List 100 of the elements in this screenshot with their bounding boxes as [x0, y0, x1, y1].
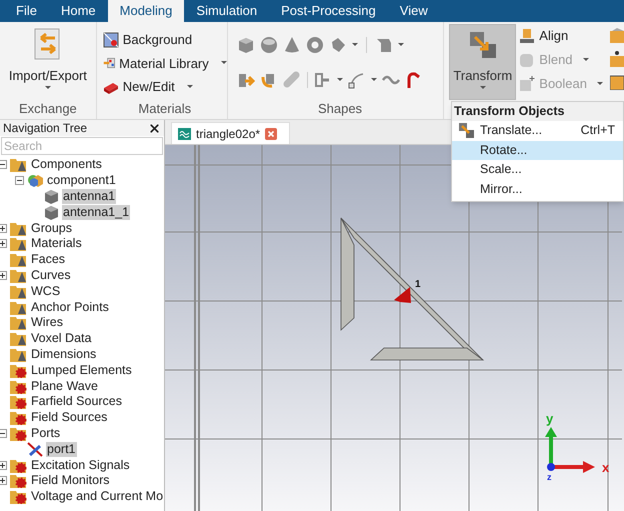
panel-title: Navigation Tree — [3, 120, 88, 137]
folder-icon — [10, 300, 27, 315]
tree-item[interactable]: port1 — [46, 442, 76, 457]
folder-gear-icon — [10, 473, 27, 488]
folder-icon — [10, 252, 27, 268]
menu-tab[interactable]: View — [388, 0, 440, 22]
port-marker[interactable] — [394, 287, 411, 303]
folder-icon — [10, 315, 27, 330]
cube-icon[interactable] — [236, 36, 255, 54]
cube-icon — [44, 188, 59, 204]
tree-item[interactable]: Materials — [30, 236, 83, 252]
folder-icon — [10, 346, 27, 362]
expand-toggle[interactable] — [0, 270, 6, 280]
cone-icon[interactable] — [282, 36, 301, 54]
expand-toggle[interactable] — [0, 460, 6, 470]
tree-item[interactable]: Voltage and Current Mo — [30, 489, 164, 504]
tree-item[interactable]: antenna1_1 — [62, 204, 130, 220]
axes-drawing — [545, 427, 595, 473]
folder-gear-icon — [10, 458, 27, 473]
import-export-button[interactable]: Import/Export — [8, 22, 87, 98]
sphere-icon[interactable] — [260, 36, 278, 54]
ribbon-button[interactable]: Background — [102, 28, 227, 52]
tree-item[interactable]: Ports — [30, 426, 62, 441]
expand-toggle[interactable] — [0, 239, 6, 248]
expand-toggle[interactable] — [0, 224, 6, 233]
search-field[interactable]: Search — [1, 137, 163, 155]
torus-icon[interactable] — [306, 36, 324, 54]
group-label: Shapes — [318, 100, 362, 118]
block-pin-icon[interactable] — [610, 51, 624, 67]
tree-item[interactable]: Field Monitors — [30, 473, 110, 488]
folder-gear-icon — [10, 410, 27, 426]
curve-point-icon[interactable] — [348, 71, 366, 89]
collapse-toggle[interactable] — [0, 160, 6, 170]
caret-icon — [398, 43, 404, 47]
tree-item[interactable]: Farfield Sources — [30, 394, 124, 410]
document-tab[interactable]: triangle02o* — [171, 122, 290, 144]
menu-header: Transform Objects — [452, 102, 623, 121]
menu-tab[interactable]: Modeling — [108, 0, 184, 22]
menu-item[interactable]: Mirror... — [452, 180, 623, 199]
axis-label: y — [546, 411, 554, 426]
component-icon — [27, 173, 43, 188]
tree-item[interactable]: Dimensions — [30, 346, 98, 362]
cube-icon — [44, 204, 59, 220]
tree-item[interactable]: Voxel Data — [30, 331, 92, 346]
menu-item[interactable]: Scale... — [452, 160, 623, 180]
menu-tab[interactable]: File — [4, 0, 49, 22]
wave-icon — [178, 128, 191, 140]
caret-icon — [370, 78, 377, 82]
tree-item[interactable]: Groups — [30, 220, 73, 236]
folder-icon — [10, 236, 27, 252]
menu-item[interactable]: Rotate... — [452, 140, 623, 160]
caret-icon — [352, 43, 358, 47]
folder-icon — [10, 220, 27, 236]
bent-block-icon[interactable] — [374, 36, 393, 54]
folder-icon — [10, 157, 27, 172]
rounded-cube-icon — [519, 52, 536, 68]
ribbon-button[interactable]: Material Library — [102, 52, 227, 75]
port-icon — [27, 442, 43, 457]
align-icon — [519, 28, 536, 44]
ribbon-button[interactable]: Align — [519, 24, 603, 48]
tree-item[interactable]: Curves — [30, 268, 72, 283]
tree-item[interactable]: Plane Wave — [30, 378, 99, 394]
menu-tab[interactable]: Home — [48, 0, 108, 22]
folder-gear-icon — [10, 394, 27, 410]
tree-item[interactable]: antenna1 — [62, 188, 116, 204]
cube-plus-icon — [519, 76, 536, 92]
group-label: Exchange — [18, 100, 77, 118]
caret-icon — [336, 78, 343, 82]
folder-icon — [10, 268, 27, 283]
folder-icon — [10, 331, 27, 346]
tree-item[interactable]: Field Sources — [30, 410, 108, 426]
collapse-toggle[interactable] — [0, 428, 6, 438]
hook-icon[interactable] — [404, 71, 423, 89]
block-icon[interactable] — [610, 74, 624, 90]
folder-icon — [10, 284, 27, 299]
axis-label: x — [602, 460, 610, 475]
tree-item[interactable]: Wires — [30, 315, 64, 330]
transform-button[interactable]: Transform — [449, 24, 516, 100]
close-icon[interactable] — [148, 122, 161, 134]
tree-item[interactable]: Anchor Points — [30, 300, 110, 315]
tree-item[interactable]: Lumped Elements — [30, 362, 133, 378]
tree-item[interactable]: Excitation Signals — [30, 458, 131, 473]
menu-item[interactable]: Translate... Ctrl+T — [452, 121, 623, 140]
triangle-antenna-drawing[interactable] — [340, 218, 484, 360]
collapse-toggle[interactable] — [14, 176, 24, 186]
port-label: 1 — [415, 279, 421, 290]
axis-label: z — [547, 472, 552, 482]
menu-tab[interactable]: Post-Processing — [269, 0, 388, 22]
folder-gear-icon — [10, 378, 27, 394]
tree-item[interactable]: Components — [30, 157, 103, 172]
expand-toggle[interactable] — [0, 476, 6, 486]
tree-item[interactable]: Faces — [30, 252, 66, 268]
background-icon — [102, 32, 119, 48]
folder-gear-icon — [10, 362, 27, 378]
menu-tab[interactable]: Simulation — [184, 0, 270, 22]
ribbon-button[interactable]: New/Edit — [102, 75, 227, 98]
tree-item[interactable]: WCS — [30, 284, 62, 299]
group-label: Materials — [138, 100, 192, 118]
folder-gear-icon — [10, 489, 27, 504]
tree-item[interactable]: component1 — [46, 173, 117, 188]
